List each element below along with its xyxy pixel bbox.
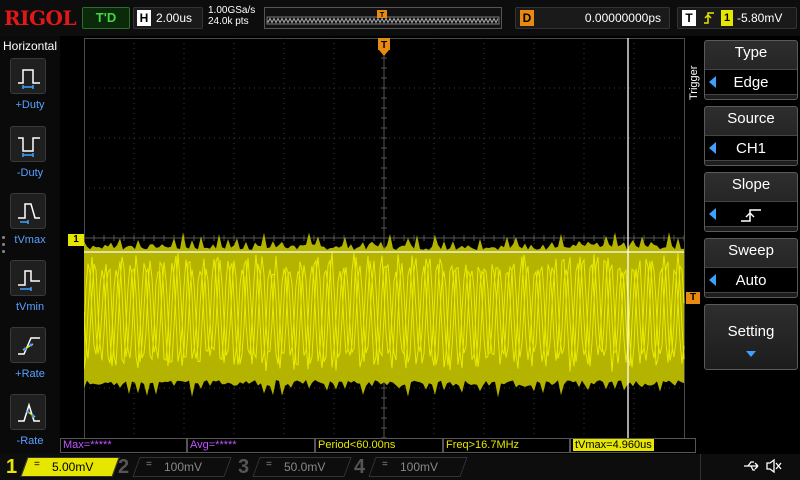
softkey-value [705, 201, 797, 227]
positive-duty-icon [18, 69, 40, 89]
measure-max[interactable]: Max=***** [60, 438, 187, 453]
negative-duty-icon [18, 137, 40, 157]
channel-number: 1 [6, 456, 18, 478]
measure-period[interactable]: Period<60.00ns [315, 438, 443, 453]
softkey-value: CH1 [705, 135, 797, 161]
arrow-left-icon [709, 76, 716, 88]
rising-edge-icon [741, 209, 761, 222]
delay-value: 0.00000000ps [584, 11, 661, 25]
menu-title-text: Trigger [688, 65, 700, 100]
trigger-type-softkey[interactable]: Type Edge [704, 40, 798, 100]
horizontal-key-label: H [137, 10, 151, 26]
measurement-results: Max=***** Avg=***** Period<60.00ns Freq>… [60, 438, 700, 454]
memory-overview-bar[interactable]: T [264, 7, 502, 29]
measure-negative-duty-button[interactable] [10, 126, 46, 162]
measure-tvmax[interactable]: tVmax=4.960us [570, 438, 696, 453]
channel-1-tab[interactable]: 1 = 5.00mV [6, 456, 122, 478]
measure-negative-rate-button[interactable] [10, 394, 46, 430]
memory-waveform-preview: T [266, 10, 500, 25]
softkey-title: Slope [731, 176, 771, 193]
channel-3-tab[interactable]: 3 = 50.0mV [238, 456, 354, 478]
dc-coupling-icon: = [382, 459, 388, 470]
tvmin-label: tVmin [15, 301, 45, 313]
dc-coupling-icon: = [146, 459, 152, 470]
ch1-offset-marker[interactable]: 1 [68, 234, 84, 246]
menu-title: Trigger [688, 60, 702, 110]
ch1-waveform [84, 232, 685, 398]
negative-rate-icon [18, 402, 40, 422]
dc-coupling-icon: = [34, 459, 40, 470]
positive-duty-label: +Duty [15, 99, 45, 111]
channel-4-tab[interactable]: 4 = 100mV [354, 456, 470, 478]
measure-positive-rate-button[interactable] [10, 327, 46, 363]
horizontal-timebase[interactable]: H 2.00us [133, 7, 203, 29]
top-status-bar: RIGOL T'D H 2.00us 1.00GSa/s 24.0k pts T… [0, 0, 800, 36]
sample-rate: 1.00GSa/s [208, 5, 256, 16]
waveform-display[interactable] [84, 38, 686, 438]
softkey-title: Sweep [728, 242, 774, 259]
arrow-left-icon [709, 274, 716, 286]
dc-coupling-icon: = [266, 459, 272, 470]
channel-2-tab[interactable]: 2 = 100mV [118, 456, 234, 478]
trigger-position-label: T [381, 40, 387, 51]
trigger-key-label: T [682, 10, 696, 26]
trigger-level-marker[interactable]: T [686, 292, 700, 304]
negative-rate-label: -Rate [16, 435, 44, 447]
arrow-left-icon [709, 142, 716, 154]
channel-scale: 100mV [164, 460, 203, 474]
positive-rate-label: +Rate [15, 368, 45, 380]
trigger-source-badge: 1 [721, 10, 733, 26]
tvmax-label: tVmax [14, 234, 46, 246]
channel-number: 4 [354, 456, 366, 478]
channel-number: 2 [118, 456, 130, 478]
trigger-softkey-menu: Type Edge Source CH1 Slope Sweep Auto Se… [701, 40, 800, 440]
measure-tvmax-button[interactable] [10, 193, 46, 229]
measure-avg[interactable]: Avg=***** [187, 438, 315, 453]
timebase-value: 2.00us [156, 11, 193, 25]
arrow-left-icon [709, 208, 716, 220]
brand-logo: RIGOL [4, 6, 77, 30]
acquisition-info: 1.00GSa/s 24.0k pts [208, 5, 255, 27]
channel-bar: 1 = 5.00mV 2 = 100mV 3 = 50.0mV 4 = 100m… [0, 454, 800, 480]
trigger-summary[interactable]: T 1 -5.80mV [677, 7, 797, 29]
trigger-level-value: -5.80mV [737, 11, 783, 25]
softkey-title: Type [734, 44, 768, 61]
delay-key-label: D [520, 10, 534, 26]
channel-scale: 100mV [400, 460, 439, 474]
softkey-value: Auto [705, 267, 797, 293]
memory-depth: 24.0k pts [208, 16, 249, 27]
trigger-sweep-softkey[interactable]: Sweep Auto [704, 238, 798, 298]
tvmax-icon [18, 203, 40, 224]
channel-scale: 5.00mV [52, 460, 94, 474]
usb-icon [744, 461, 759, 471]
speaker-muted-icon[interactable] [765, 458, 783, 474]
system-status-area [700, 454, 800, 480]
negative-duty-label: -Duty [16, 167, 44, 179]
channel-number: 3 [238, 456, 250, 478]
tvmin-icon [18, 270, 40, 291]
softkey-title: Setting [727, 323, 775, 340]
trigger-source-softkey[interactable]: Source CH1 [704, 106, 798, 166]
softkey-value: Edge [705, 69, 797, 95]
rising-edge-icon [704, 12, 714, 24]
trigger-status-badge: T'D [82, 7, 130, 29]
measure-tvmin-button[interactable] [10, 260, 46, 296]
arrow-down-icon [746, 351, 756, 357]
softkey-title: Source [727, 110, 775, 127]
positive-rate-icon [18, 337, 40, 355]
memory-trigger-marker: T [380, 12, 385, 19]
trigger-setting-softkey[interactable]: Setting [704, 304, 798, 370]
sidebar-title: Horizontal [2, 39, 58, 53]
trigger-position-marker[interactable]: T [378, 38, 390, 56]
measure-freq[interactable]: Freq>16.7MHz [443, 438, 570, 453]
channel-scale: 50.0mV [284, 460, 326, 474]
trigger-delay[interactable]: D 0.00000000ps [515, 7, 670, 29]
measure-sidebar: Horizontal +Duty -Duty tVmax tVmin +Rate… [0, 36, 60, 454]
measure-positive-duty-button[interactable] [10, 58, 46, 94]
tvmax-result: tVmax=4.960us [573, 439, 654, 451]
trigger-slope-softkey[interactable]: Slope [704, 172, 798, 232]
